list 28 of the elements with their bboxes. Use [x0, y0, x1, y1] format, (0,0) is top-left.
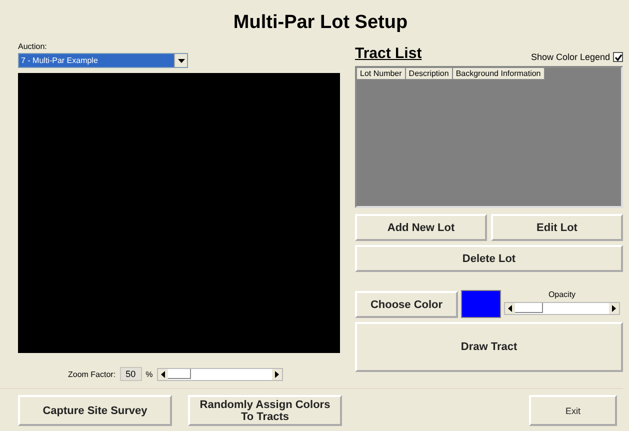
action-button[interactable]: Randomly Assign Colors To Tracts [188, 395, 342, 426]
legend-checkbox[interactable] [613, 52, 623, 62]
auction-dropdown[interactable]: 7 - Multi-Par Example [18, 53, 188, 68]
opacity-label: Opacity [547, 290, 577, 299]
delete-lot-button[interactable]: Delete Lot [355, 245, 623, 272]
scroll-right-icon[interactable] [609, 303, 619, 314]
section-title: Tract List [355, 45, 423, 62]
lot-button[interactable]: Add New Lot [355, 214, 487, 241]
slider-thumb[interactable] [515, 303, 544, 313]
scroll-left-icon[interactable] [158, 368, 168, 380]
scroll-left-icon[interactable] [505, 303, 515, 314]
tract-list[interactable]: Lot Number Description Background Information [355, 66, 623, 208]
zoom-field[interactable]: 50 [120, 367, 142, 381]
zoom-label: Zoom Factor: [68, 370, 116, 378]
lot-button[interactable]: Edit Lot [491, 214, 623, 241]
column-header[interactable]: Background Information [452, 68, 545, 80]
window-title: Multi-Par Lot Setup [232, 11, 409, 35]
column-header[interactable]: Lot Number [357, 68, 406, 80]
field-label: Auction: [18, 42, 48, 51]
unit-label: % [146, 370, 153, 378]
column-header[interactable]: Description [406, 68, 453, 80]
action-button[interactable]: Capture Site Survey [18, 395, 172, 426]
choose-color-button[interactable]: Choose Color [355, 291, 458, 318]
slider-thumb[interactable] [168, 368, 191, 378]
exit-button[interactable]: Exit [529, 395, 617, 426]
scroll-right-icon[interactable] [272, 368, 282, 380]
legend-label: Show Color Legend [530, 52, 610, 62]
draw-tract-button[interactable]: Draw Tract [355, 322, 623, 372]
